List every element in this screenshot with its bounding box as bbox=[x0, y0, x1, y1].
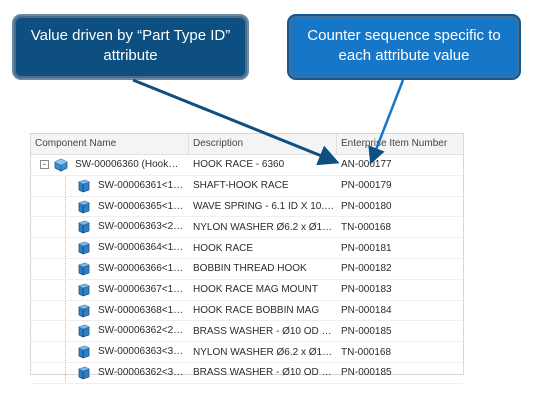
component-name: SW-00006360 (Hook… bbox=[75, 159, 179, 170]
tree-row[interactable]: SW-00006362<2… BRASS WASHER - Ø10 OD … PN-… bbox=[31, 321, 463, 343]
callout-left-line1: Value driven by “Part Type ID” bbox=[30, 27, 231, 44]
component-name: SW-00006368<1… bbox=[98, 304, 184, 316]
component-name: SW-00006365<1… bbox=[98, 200, 184, 212]
component-name-cell: SW-00006365<1… bbox=[31, 196, 189, 217]
tree-connector-line bbox=[65, 362, 66, 383]
description-cell: BOBBIN THREAD HOOK bbox=[193, 263, 307, 275]
tree-row[interactable]: SW-00006363<3… NYLON WASHER Ø6.2 x Ø1… TN-… bbox=[31, 342, 463, 363]
part-icon bbox=[78, 220, 90, 234]
description-cell: SHAFT-HOOK RACE bbox=[193, 180, 289, 192]
component-name: SW-00006361<1… bbox=[98, 179, 184, 191]
item-number-cell: PN-000182 bbox=[341, 263, 392, 275]
part-icon bbox=[78, 262, 90, 276]
callout-right-line1: Counter sequence specific to bbox=[307, 27, 501, 44]
tree-connector-line bbox=[65, 279, 66, 300]
component-name-cell: SW-00006364<1… bbox=[31, 238, 189, 258]
component-name: SW-00006366<1… bbox=[98, 262, 184, 274]
tree-connector-line bbox=[65, 238, 66, 258]
description-cell: BRASS WASHER - Ø10 OD … bbox=[193, 325, 332, 337]
item-number-cell: TN-000168 bbox=[341, 346, 392, 358]
description-cell: HOOK RACE - 6360 bbox=[193, 159, 285, 171]
tree-row[interactable]: SW-00006362<3… BRASS WASHER - Ø10 OD … PN-… bbox=[31, 362, 463, 384]
column-header-component-name[interactable]: Component Name bbox=[31, 134, 189, 154]
part-icon bbox=[78, 345, 90, 359]
tree-row[interactable]: SW-00006365<1… WAVE SPRING - 6.1 ID X 10.… bbox=[31, 196, 463, 218]
callout-counter-sequence: Counter sequence specific to each attrib… bbox=[287, 14, 521, 80]
tree-row[interactable]: SW-00006367<1… HOOK RACE MAG MOUNT PN-0001… bbox=[31, 279, 463, 301]
description-cell: NYLON WASHER Ø6.2 x Ø1… bbox=[193, 346, 333, 358]
part-icon bbox=[78, 324, 90, 338]
tree-row[interactable]: SW-00006363<2… NYLON WASHER Ø6.2 x Ø1… TN-… bbox=[31, 217, 463, 239]
component-name: SW-00006364<1… bbox=[98, 242, 184, 254]
component-name-cell: SW-00006362<2… bbox=[31, 321, 189, 342]
part-icon bbox=[78, 179, 90, 193]
item-number-cell: TN-000168 bbox=[341, 221, 392, 233]
grid-body: - SW-00006360 (Hook… HOOK RACE - 6360 AN-00… bbox=[31, 155, 463, 384]
part-icon bbox=[78, 283, 90, 297]
tree-connector-line bbox=[65, 217, 66, 238]
item-number-cell: AN-000177 bbox=[341, 159, 392, 171]
tree-connector-line bbox=[65, 300, 66, 321]
item-number-cell: PN-000183 bbox=[341, 284, 392, 296]
component-name-cell: - SW-00006360 (Hook… bbox=[31, 155, 189, 175]
description-cell: NYLON WASHER Ø6.2 x Ø1… bbox=[193, 221, 333, 233]
component-name-cell: SW-00006368<1… bbox=[31, 300, 189, 321]
description-cell: HOOK RACE MAG MOUNT bbox=[193, 284, 319, 296]
bom-grid: Component Name Description Enterprise It… bbox=[30, 133, 464, 384]
item-number-cell: PN-000185 bbox=[341, 325, 392, 337]
description-cell: BRASS WASHER - Ø10 OD … bbox=[193, 367, 332, 379]
component-name: SW-00006363<2… bbox=[98, 221, 184, 233]
tree-row-root[interactable]: - SW-00006360 (Hook… HOOK RACE - 6360 AN-00… bbox=[31, 155, 463, 176]
component-name: SW-00006362<3… bbox=[98, 366, 184, 378]
part-icon bbox=[78, 366, 90, 380]
callout-part-type: Value driven by “Part Type ID” attribute bbox=[12, 14, 249, 80]
callout-right-line2: each attribute value bbox=[338, 47, 470, 64]
tree-connector-line bbox=[65, 196, 66, 217]
description-cell: HOOK RACE BOBBIN MAG bbox=[193, 304, 320, 316]
callout-left-line2: attribute bbox=[103, 47, 158, 64]
part-icon bbox=[78, 241, 90, 255]
tree-row[interactable]: SW-00006368<1… HOOK RACE BOBBIN MAG PN-000… bbox=[31, 300, 463, 322]
tree-row[interactable]: SW-00006361<1… SHAFT-HOOK RACE PN-000179 bbox=[31, 175, 463, 197]
tree-connector-line bbox=[65, 321, 66, 342]
part-icon bbox=[78, 304, 90, 318]
part-icon bbox=[78, 200, 90, 214]
component-name-cell: SW-00006367<1… bbox=[31, 279, 189, 300]
component-name-cell: SW-00006361<1… bbox=[31, 175, 189, 196]
description-cell: WAVE SPRING - 6.1 ID X 10.… bbox=[193, 200, 335, 212]
component-name: SW-00006367<1… bbox=[98, 283, 184, 295]
component-name-cell: SW-00006366<1… bbox=[31, 258, 189, 279]
item-number-cell: PN-000179 bbox=[341, 180, 392, 192]
tree-connector-line bbox=[65, 258, 66, 279]
column-header-description[interactable]: Description bbox=[189, 134, 337, 154]
component-name: SW-00006363<3… bbox=[98, 346, 184, 358]
tree-row[interactable]: SW-00006364<1… HOOK RACE PN-000181 bbox=[31, 238, 463, 259]
tree-connector-line bbox=[65, 342, 66, 362]
component-name-cell: SW-00006363<2… bbox=[31, 217, 189, 238]
tree-connector-line bbox=[65, 175, 66, 196]
description-cell: HOOK RACE bbox=[193, 242, 254, 254]
column-header-item-number[interactable]: Enterprise Item Number bbox=[337, 134, 463, 154]
component-name-cell: SW-00006362<3… bbox=[31, 362, 189, 383]
component-name: SW-00006362<2… bbox=[98, 325, 184, 337]
tree-row[interactable]: SW-00006366<1… BOBBIN THREAD HOOK PN-00018… bbox=[31, 258, 463, 280]
item-number-cell: PN-000184 bbox=[341, 304, 392, 316]
collapse-toggle[interactable]: - bbox=[40, 160, 49, 169]
item-number-cell: PN-000181 bbox=[341, 242, 392, 254]
item-number-cell: PN-000180 bbox=[341, 200, 392, 212]
grid-header: Component Name Description Enterprise It… bbox=[31, 134, 463, 155]
component-name-cell: SW-00006363<3… bbox=[31, 342, 189, 362]
item-number-cell: PN-000185 bbox=[341, 367, 392, 379]
assembly-icon bbox=[54, 158, 68, 172]
